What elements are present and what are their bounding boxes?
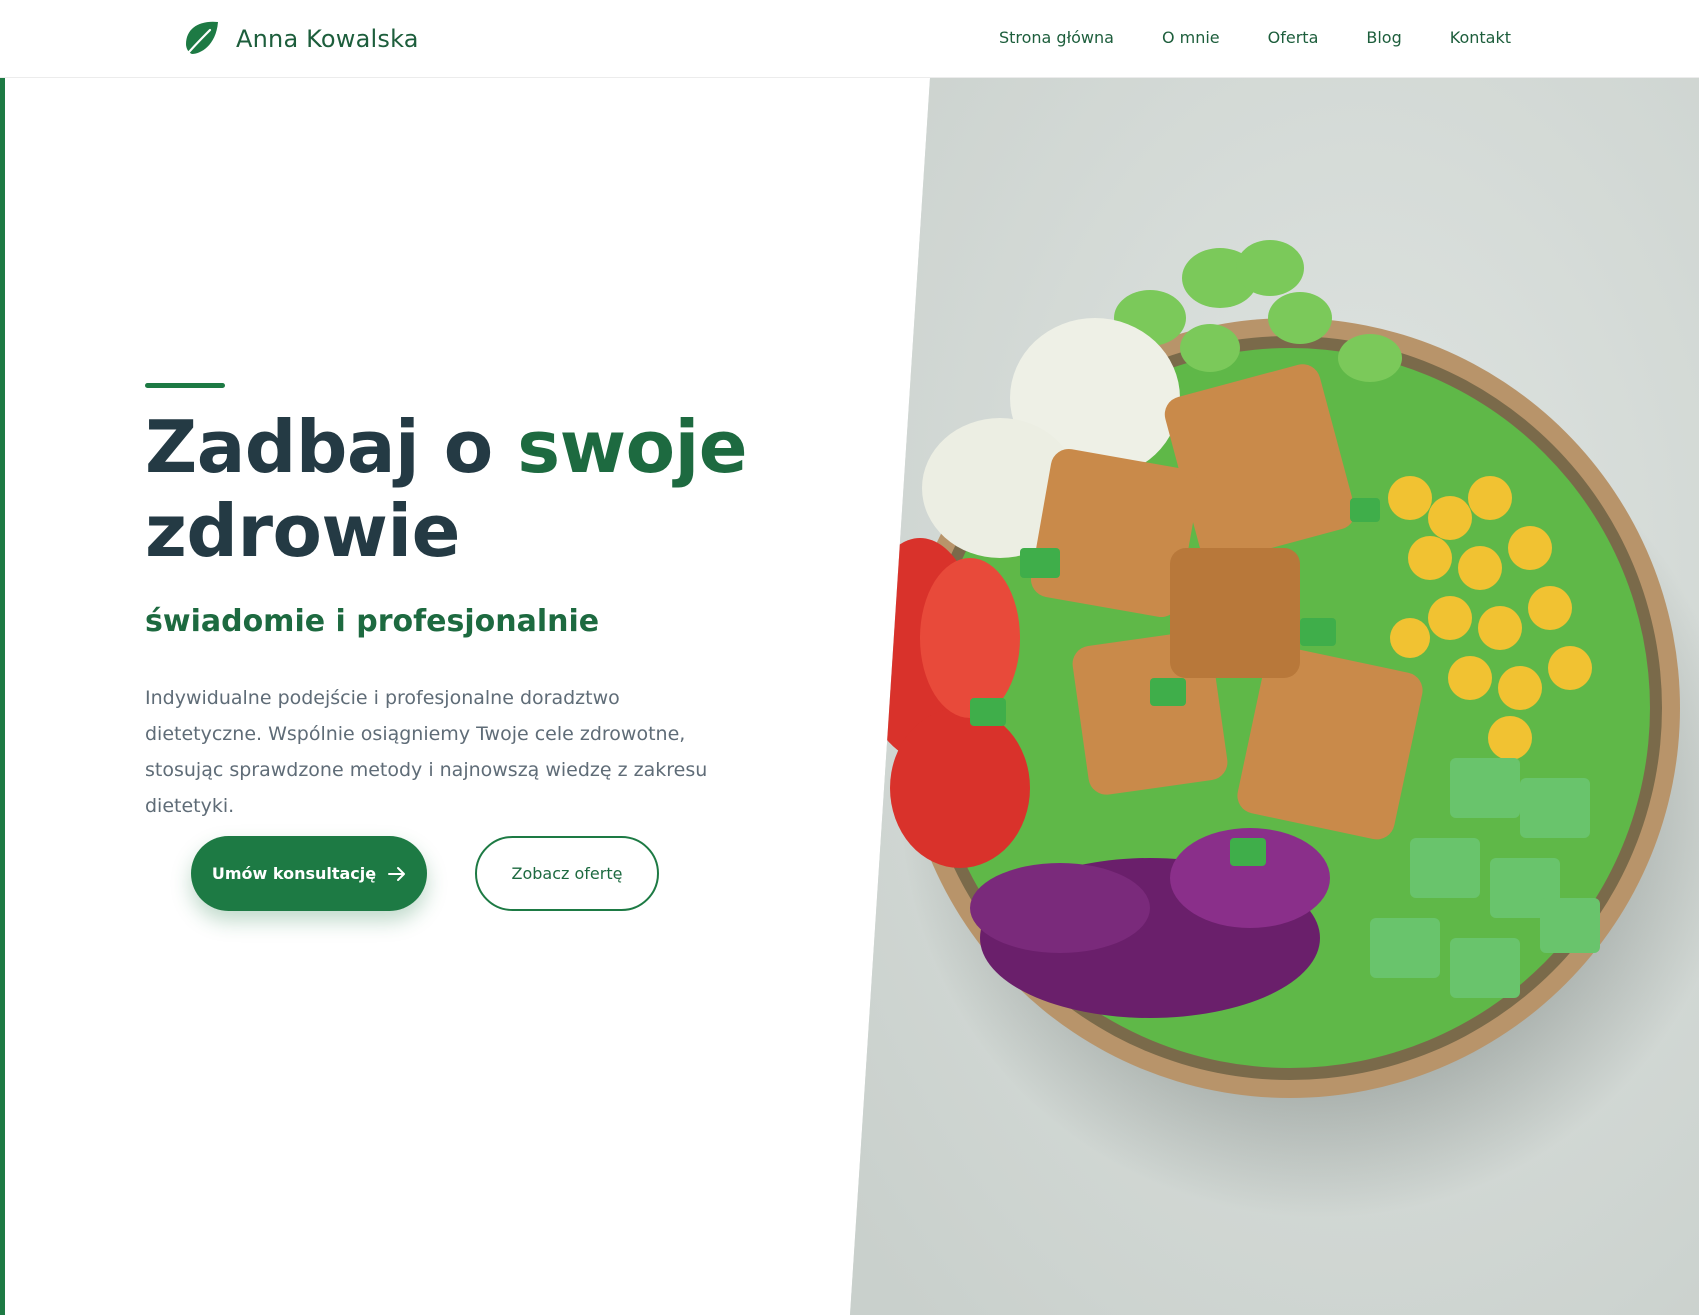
view-offer-button[interactable]: Zobacz ofertę (475, 836, 659, 911)
book-consultation-button[interactable]: Umów konsultację (191, 836, 427, 911)
arrow-right-icon (388, 866, 406, 881)
hero-description: Indywidualne podejście i profesjonalne d… (145, 687, 708, 817)
hero-title-part2: zdrowie (145, 489, 460, 573)
nav-item-contact[interactable]: Kontakt (1450, 26, 1511, 50)
hero-title-part1: Zadbaj o (145, 405, 518, 489)
nav-item-home[interactable]: Strona główna (999, 26, 1114, 50)
brand-logo[interactable]: Anna Kowalska (180, 18, 419, 60)
leaf-icon (182, 21, 218, 60)
page: Anna Kowalska Strona główna O mnie Ofert… (0, 0, 1699, 1315)
book-consultation-label: Umów konsultację (211, 864, 377, 883)
view-offer-label: Zobacz ofertę (511, 864, 623, 883)
site-header: Anna Kowalska Strona główna O mnie Ofert… (0, 0, 1699, 78)
hero-accent-line (145, 383, 225, 388)
hero-title-accent: swoje (517, 405, 748, 489)
main-nav: Strona główna O mnie Oferta Blog Kontakt (999, 26, 1511, 50)
nav-item-about[interactable]: O mnie (1162, 26, 1220, 50)
nav-item-offer[interactable]: Oferta (1268, 26, 1319, 50)
left-accent-bar (0, 78, 5, 1315)
brand-name: Anna Kowalska (236, 25, 419, 53)
hero-subtitle: świadomie i profesjonalnie (145, 604, 600, 639)
salad-bowl-image (850, 78, 1699, 1315)
nav-item-blog[interactable]: Blog (1366, 26, 1401, 50)
hero-title: Zadbaj o swoje zdrowie (145, 405, 765, 573)
